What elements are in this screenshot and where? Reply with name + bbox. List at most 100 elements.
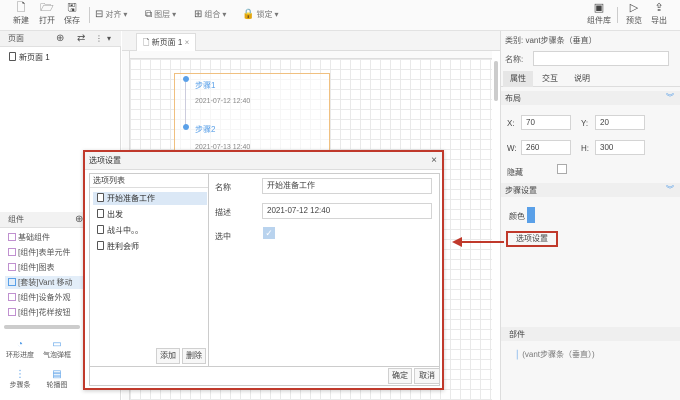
- component-item-label: [组件]花样按钮: [18, 308, 71, 317]
- widget-label: 轮播图: [46, 382, 68, 389]
- refresh-icon[interactable]: ⇄: [77, 31, 85, 47]
- option-item-label: 战斗中。。: [107, 226, 143, 235]
- layout-section-header[interactable]: 布局 ︾: [501, 91, 680, 105]
- option-item[interactable]: 出发: [93, 208, 206, 221]
- widget-label: 步骤条: [9, 382, 31, 389]
- component-icon: [8, 263, 16, 271]
- carousel-widget[interactable]: ▤ 轮播图: [40, 369, 74, 390]
- lock-dropdown[interactable]: 🔒 锁定 ▾: [242, 9, 278, 20]
- option-item[interactable]: 胜利会师: [93, 240, 206, 253]
- lock-label: 锁定: [256, 10, 273, 19]
- h-input[interactable]: 300: [595, 140, 645, 155]
- group-dropdown[interactable]: ⊞ 组合 ▾: [194, 9, 226, 20]
- tab-interaction[interactable]: 交互: [535, 71, 565, 87]
- option-desc-input[interactable]: 2021-07-12 12:40: [262, 203, 432, 219]
- component-item-selected[interactable]: [套装]Vant 移动: [5, 276, 89, 289]
- close-icon[interactable]: ×: [431, 152, 437, 170]
- chevron-down-icon: ▾: [172, 10, 177, 19]
- ok-button[interactable]: 确定: [388, 368, 412, 384]
- tab-page-1[interactable]: 🗋 新页面 1 ×: [136, 33, 197, 51]
- export-label: 导出: [651, 16, 667, 25]
- close-icon[interactable]: ×: [185, 38, 190, 47]
- collapse-icon: ︾: [666, 185, 674, 194]
- vertical-scrollbar[interactable]: [494, 61, 498, 101]
- steps-widget[interactable]: ⋮ 步骤条: [4, 369, 36, 390]
- step-title: 步骤2: [195, 125, 216, 134]
- component-icon: [8, 293, 16, 301]
- preview-label: 预览: [626, 16, 642, 25]
- option-checked-checkbox[interactable]: ✓: [263, 227, 275, 239]
- more-icon[interactable]: ⋮: [95, 31, 103, 47]
- y-input[interactable]: 20: [595, 115, 645, 130]
- option-item-selected[interactable]: 开始准备工作: [93, 192, 207, 205]
- save-button[interactable]: 🖫 保存: [59, 2, 85, 26]
- dialog-titlebar: 选项设置 ×: [85, 152, 442, 170]
- x-label: X:: [507, 119, 515, 128]
- color-swatch[interactable]: [527, 207, 535, 223]
- step-line: [185, 82, 186, 128]
- component-item[interactable]: [组件]设备外观: [8, 291, 70, 304]
- document-icon: [97, 209, 104, 218]
- tab-description[interactable]: 说明: [567, 71, 597, 87]
- option-list-panel: 选项列表 开始准备工作 出发 战斗中。。 胜利会师 添加 删除: [89, 173, 209, 367]
- bubble-popup-widget[interactable]: ▭ 气泡弹框: [40, 339, 74, 360]
- group-icon: ⊞: [194, 9, 203, 20]
- component-item[interactable]: 基础组件: [8, 231, 50, 244]
- cancel-button[interactable]: 取消: [414, 368, 440, 384]
- open-button[interactable]: 🗁 打开: [34, 2, 60, 26]
- option-item-label: 开始准备工作: [107, 194, 155, 203]
- layer-icon: ⧉: [145, 9, 153, 20]
- folder-open-icon: 🗁: [40, 2, 54, 14]
- export-button[interactable]: ⇪ 导出: [646, 2, 672, 26]
- tab-properties[interactable]: 属性: [503, 71, 533, 87]
- option-item-label: 胜利会师: [107, 242, 139, 251]
- add-option-button[interactable]: 添加: [156, 348, 180, 364]
- option-item-label: 出发: [107, 210, 123, 219]
- component-item[interactable]: [组件]表单元件: [8, 246, 70, 259]
- hidden-checkbox[interactable]: [557, 164, 567, 174]
- align-dropdown[interactable]: ⊟ 对齐 ▾: [95, 9, 127, 20]
- chevron-down-icon[interactable]: ▾: [107, 31, 111, 47]
- x-input[interactable]: 70: [521, 115, 571, 130]
- document-icon: [97, 193, 104, 202]
- parts-item[interactable]: │ (vant步骤条（垂直）): [515, 349, 595, 360]
- group-label: 组合: [204, 10, 221, 19]
- widget-label: 气泡弹框: [43, 352, 71, 359]
- steps-settings-header[interactable]: 步骤设置 ︾: [501, 183, 680, 197]
- option-name-input[interactable]: 开始准备工作: [262, 178, 432, 194]
- add-page-icon[interactable]: ⊕: [56, 31, 64, 47]
- ring-progress-widget[interactable]: ◔ 环形进度: [4, 339, 36, 360]
- component-item[interactable]: [组件]图表: [8, 261, 54, 274]
- component-name-input[interactable]: [533, 51, 669, 66]
- tree-line-icon: │: [515, 350, 520, 359]
- w-label: W:: [507, 144, 517, 153]
- option-settings-button[interactable]: 选项设置: [506, 231, 558, 247]
- preview-button[interactable]: ▷ 预览: [621, 2, 647, 26]
- toolbar-divider: [617, 7, 618, 23]
- step-dot: [183, 124, 189, 130]
- parts-section-header: 部件: [501, 327, 680, 341]
- chevron-down-icon: ▾: [222, 10, 227, 19]
- component-item[interactable]: [组件]花样按钮: [8, 306, 70, 319]
- components-panel-title: 组件: [8, 215, 24, 224]
- page-icon: 🗋: [143, 38, 152, 47]
- toolbar: 🗋 新建 🗁 打开 🖫 保存 ⊟ 对齐 ▾ ⧉ 图层 ▾ ⊞ 组合 ▾ 🔒 锁定 ▾ ▣ 组件库 ▷ 预览…: [0, 0, 680, 31]
- parts-item-label: (vant步骤条（垂直）): [522, 350, 595, 359]
- chevron-down-icon: ▾: [123, 10, 128, 19]
- page-item[interactable]: 新页面 1: [5, 51, 118, 64]
- toolbar-divider: [89, 7, 90, 23]
- new-button[interactable]: 🗋 新建: [8, 2, 34, 26]
- w-input[interactable]: 260: [521, 140, 571, 155]
- component-icon: [8, 308, 16, 316]
- option-item[interactable]: 战斗中。。: [93, 224, 206, 237]
- steps-component[interactable]: 步骤1 2021-07-12 12:40 步骤2 2021-07-13 12:4…: [174, 73, 330, 155]
- page-tabbar: 🗋 新页面 1 ×: [122, 31, 500, 51]
- component-lib-button[interactable]: ▣ 组件库: [584, 2, 614, 26]
- new-label: 新建: [13, 16, 29, 25]
- delete-option-button[interactable]: 删除: [182, 348, 206, 364]
- option-checked-label: 选中: [215, 232, 231, 241]
- layer-dropdown[interactable]: ⧉ 图层 ▾: [145, 9, 176, 20]
- horizontal-scrollbar[interactable]: [4, 325, 80, 329]
- y-label: Y:: [581, 119, 589, 128]
- steps-icon: ⋮: [15, 369, 25, 380]
